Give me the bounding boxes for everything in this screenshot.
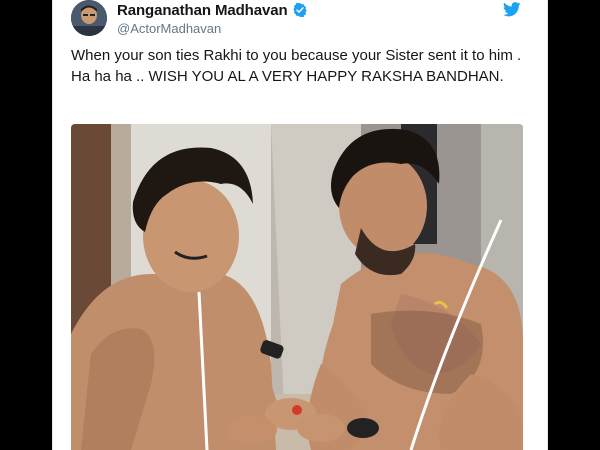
profile-avatar[interactable] [71, 0, 107, 36]
author-handle[interactable]: @ActorMadhavan [117, 21, 221, 36]
tweet-photo[interactable] [71, 124, 523, 450]
tweet-card: Ranganathan Madhavan @ActorMadhavan When… [52, 0, 548, 450]
avatar-image [71, 0, 107, 36]
tweet-text: When your son ties Rakhi to you because … [71, 47, 522, 85]
tweet-photo-image [71, 124, 523, 450]
author-display-name[interactable]: Ranganathan Madhavan [117, 2, 288, 19]
author-name-row: Ranganathan Madhavan [117, 1, 308, 19]
twitter-bird-icon[interactable] [503, 2, 521, 17]
verified-badge-icon [292, 2, 307, 18]
